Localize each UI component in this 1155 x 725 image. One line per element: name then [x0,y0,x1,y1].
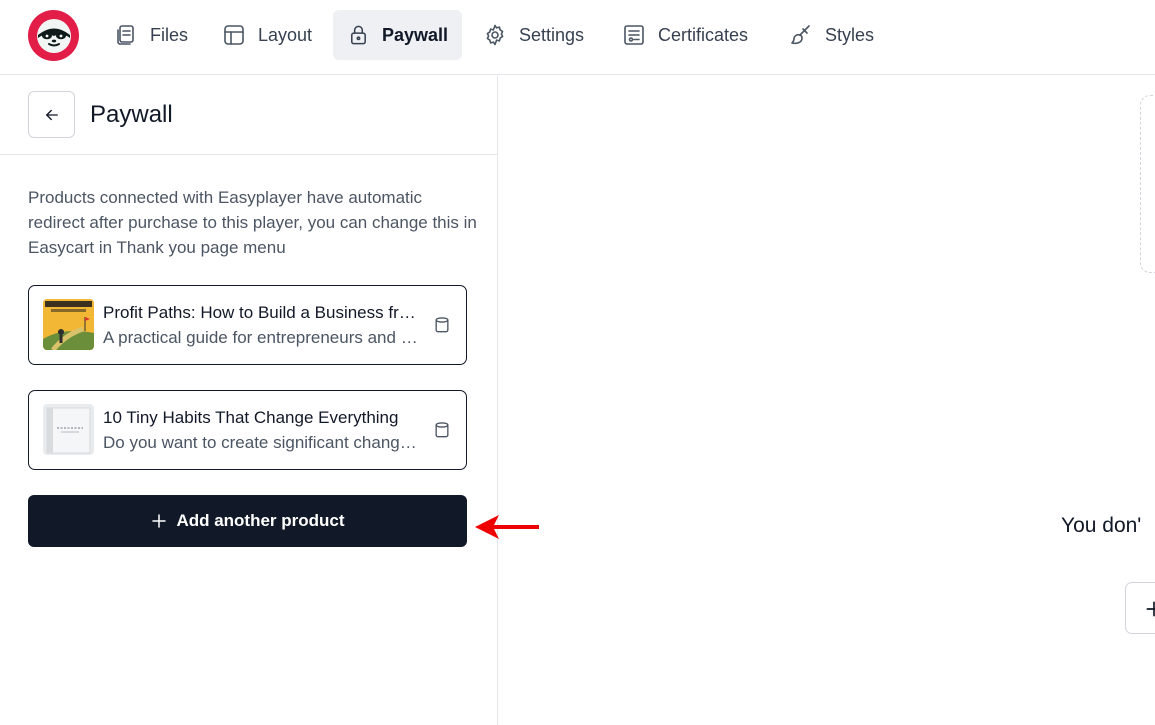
trash-icon [435,422,449,438]
product-title: Profit Paths: How to Build a Business fr… [103,303,423,322]
nav-paywall[interactable]: Paywall [333,10,462,60]
top-navigation: Files Layout Paywall Settings Certificat… [0,0,1155,75]
nav-styles[interactable]: Styles [775,10,888,60]
nav-certificates-label: Certificates [658,24,749,45]
plus-icon [152,514,167,528]
product-title: 10 Tiny Habits That Change Everything [103,408,399,427]
lock-icon [351,25,366,45]
arrow-left-icon [45,109,58,120]
nav-settings[interactable]: Settings [469,10,598,60]
product-card[interactable]: 10 Tiny Habits That Change Everything Do… [28,390,467,470]
layout-icon [224,25,244,45]
certificate-icon [624,25,644,45]
nav-files[interactable]: Files [100,10,202,60]
remove-product-button[interactable] [432,420,452,440]
app-logo[interactable] [28,10,79,61]
files-icon [117,25,134,45]
nav-layout-label: Layout [258,24,313,45]
product-thumbnail [43,404,94,455]
gear-icon [486,24,504,46]
nav-files-label: Files [150,24,189,45]
remove-product-button[interactable] [432,315,452,335]
main-add-button[interactable] [1125,582,1155,634]
nav-styles-label: Styles [825,24,875,45]
main-content: You don' [498,75,1155,725]
panel-title: Paywall [90,101,173,128]
empty-state-text: You don' [1061,514,1142,537]
plus-icon [1146,601,1155,617]
product-thumbnail [43,299,94,350]
nav-settings-label: Settings [519,24,585,45]
nav-layout[interactable]: Layout [208,10,326,60]
sloth-logo-icon [36,18,71,53]
add-button-label: Add another product [176,511,345,530]
paywall-panel: Paywall Products connected with Easyplay… [0,75,498,725]
nav-paywall-label: Paywall [381,24,448,45]
back-button[interactable] [28,91,75,138]
panel-header: Paywall [0,75,497,155]
nav-certificates[interactable]: Certificates [608,10,762,60]
product-description: Do you want to create significant change… [103,433,423,452]
brush-icon [791,25,810,45]
paywall-description: Products connected with Easyplayer have … [28,188,477,257]
product-card[interactable]: Profit Paths: How to Build a Business fr… [28,285,467,365]
add-another-product-button[interactable]: Add another product [28,495,467,547]
product-description: A practical guide for entrepreneurs and … [103,328,423,347]
preview-dropzone[interactable] [1140,95,1155,273]
trash-icon [435,317,449,333]
